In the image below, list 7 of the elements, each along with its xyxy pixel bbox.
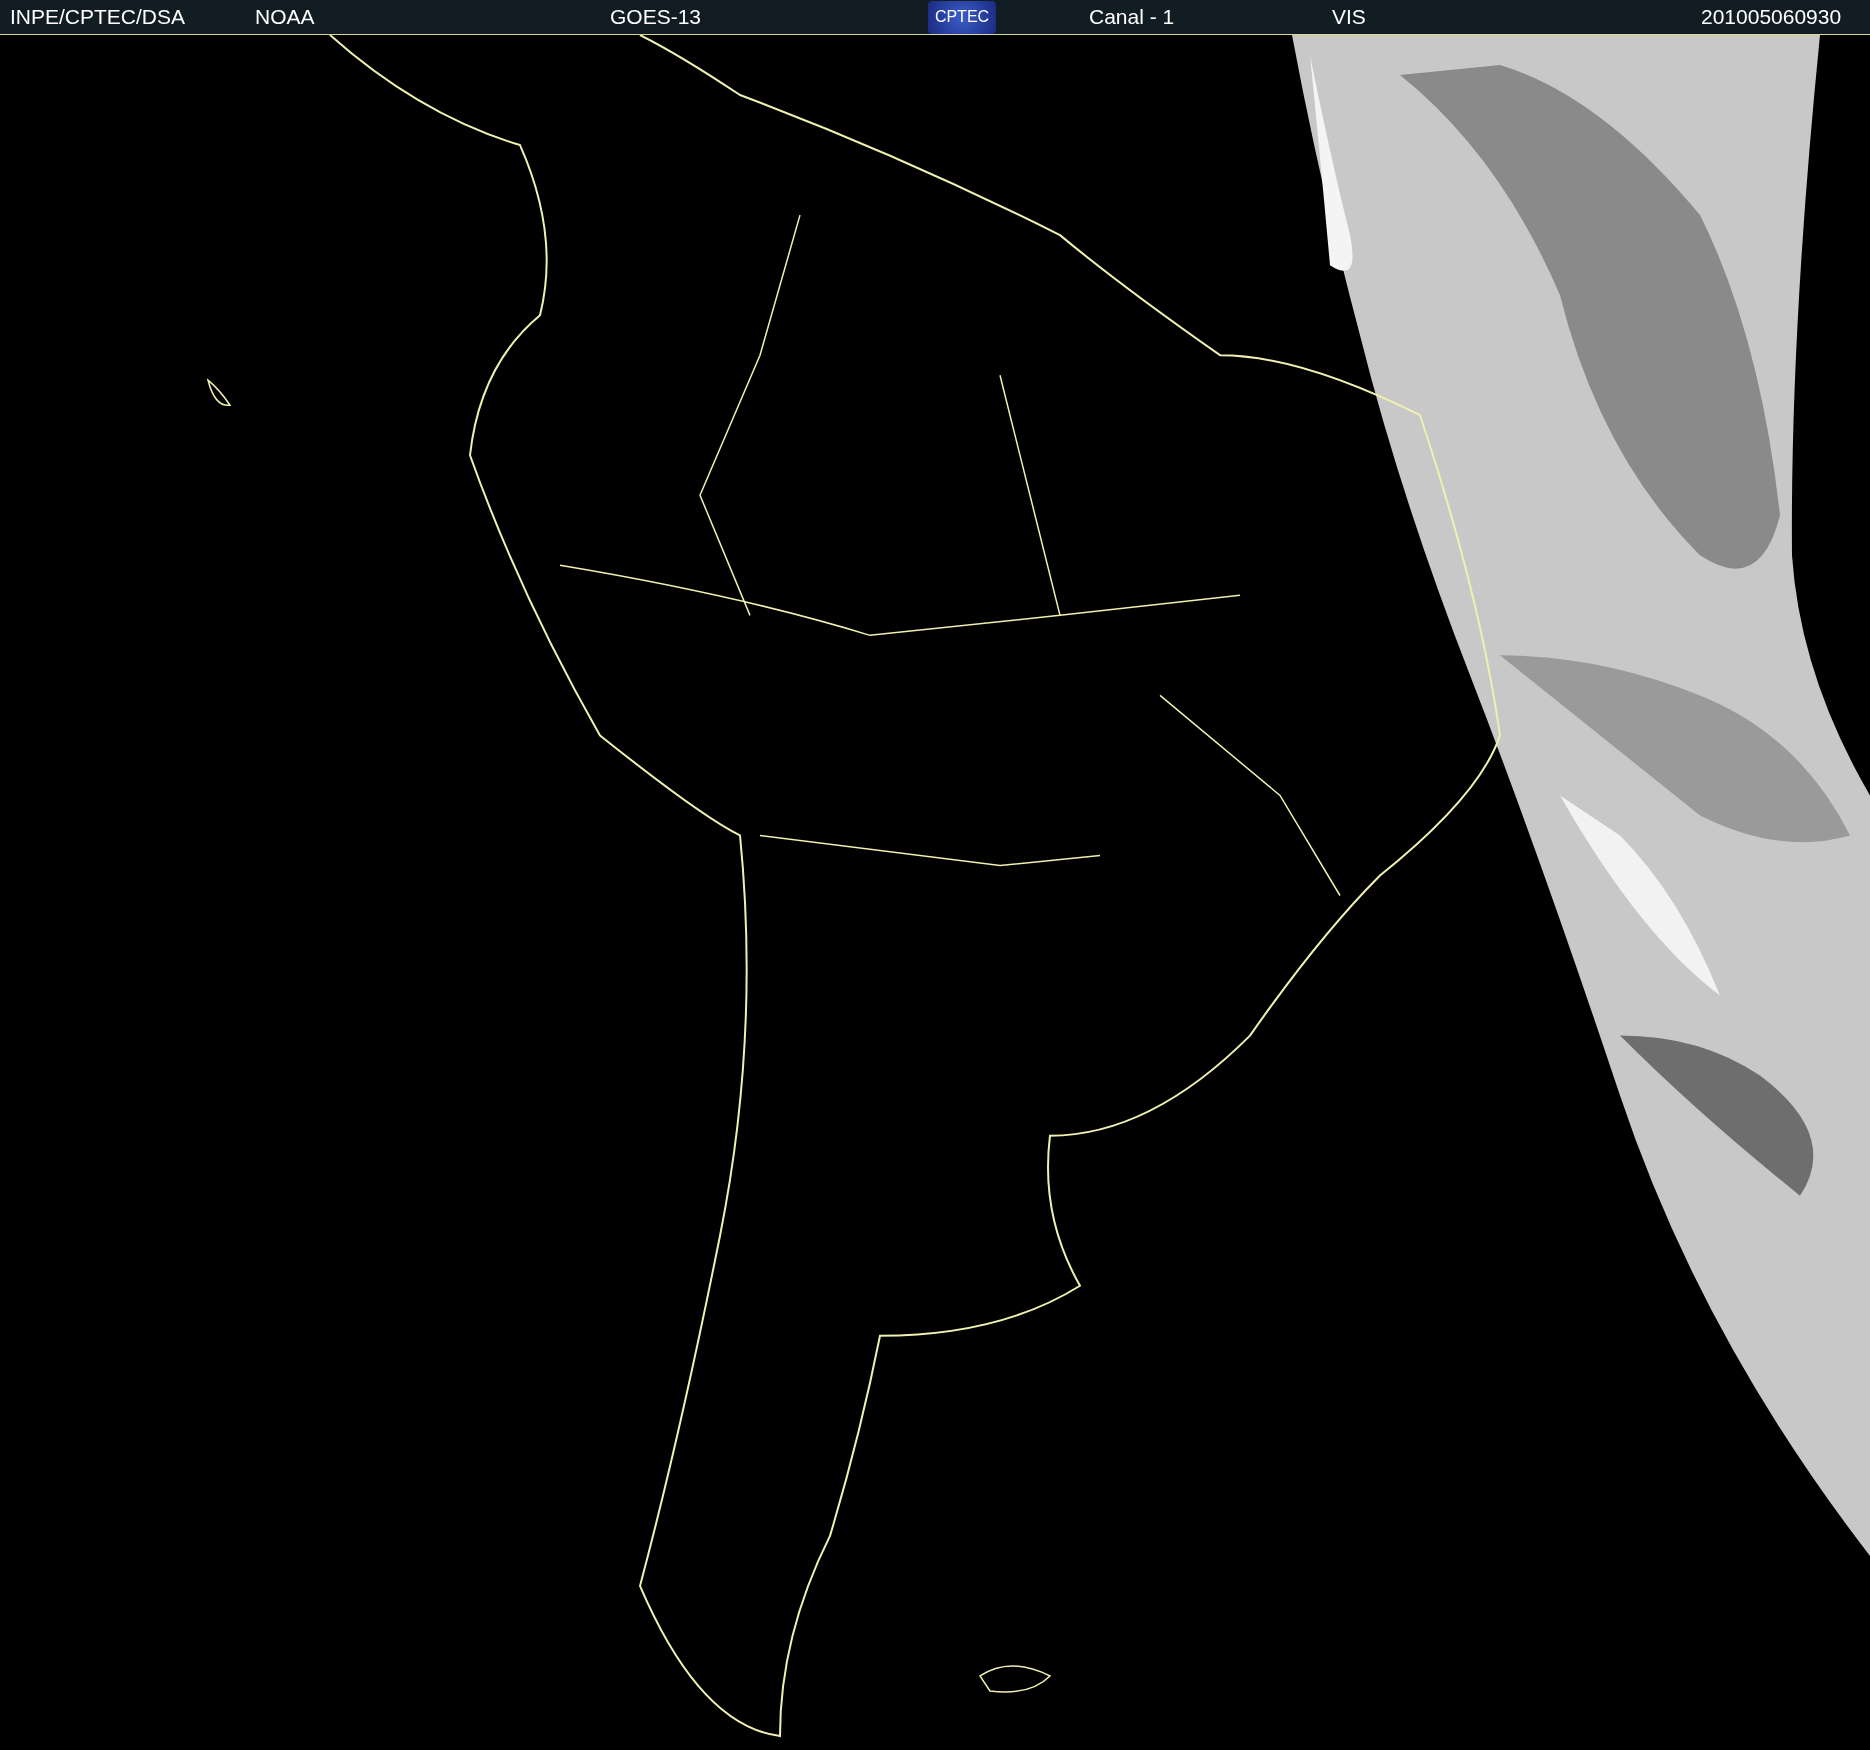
logo: CPTEC [928,0,996,34]
header-label: GOES-13 [610,5,703,29]
header-label: 201005060930 [1701,5,1842,29]
header-label: Canal - 1 [1089,5,1176,29]
header-label: VIS [1332,5,1367,29]
header-label: NOAA [255,5,316,29]
header-label: INPE/CPTEC/DSA [10,5,187,29]
